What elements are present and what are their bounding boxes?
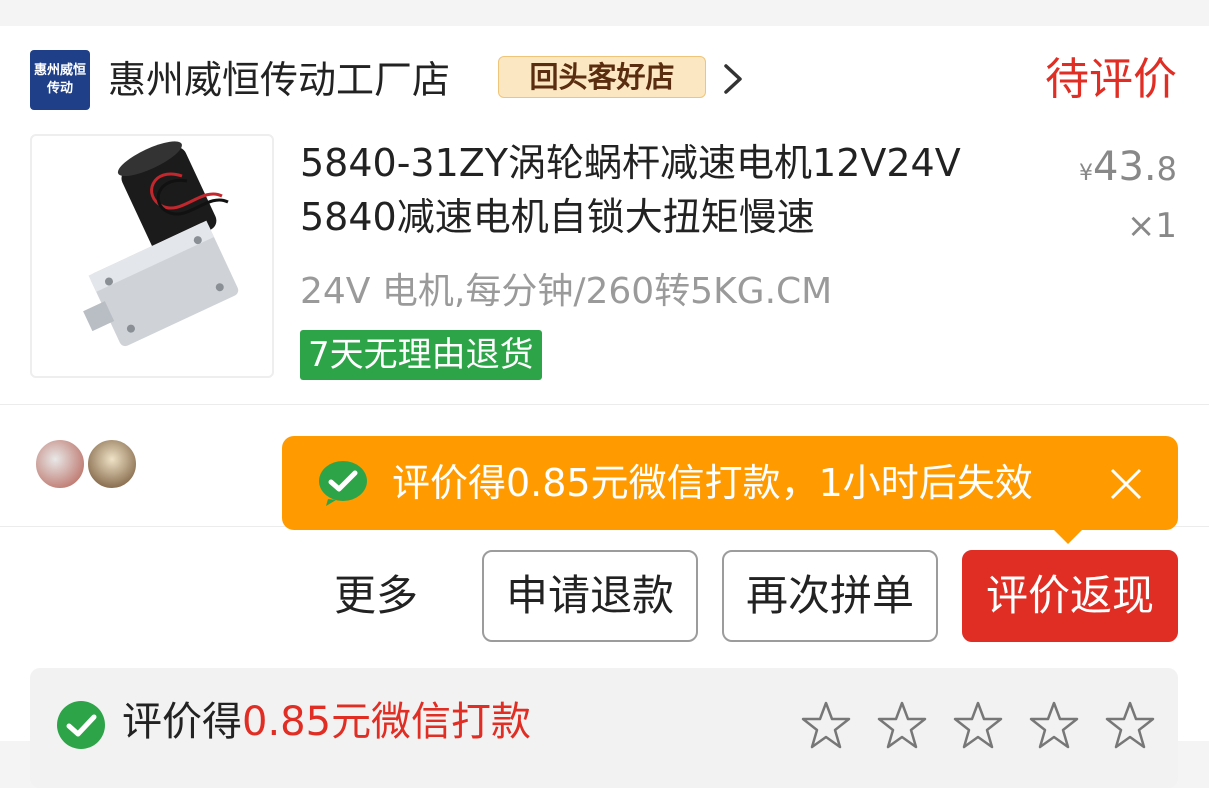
- review-label-prefix: 评价得: [122, 699, 242, 745]
- review-reward-label: 评价得0.85元微信打款: [122, 694, 531, 750]
- shop-logo-text-1: 惠州威恒: [33, 63, 86, 78]
- product-price: ¥43.8: [1079, 144, 1177, 190]
- more-button[interactable]: 更多: [334, 566, 418, 626]
- refund-button[interactable]: 申请退款: [482, 550, 698, 642]
- buyer-avatar: [86, 438, 138, 490]
- product-title-line-1[interactable]: 5840-31ZY涡轮蜗杆减速电机12V24V: [300, 136, 961, 190]
- tooltip-arrow: [1054, 530, 1082, 544]
- shop-logo[interactable]: 惠州威恒 传动: [30, 50, 90, 110]
- product-quantity: ×1: [1126, 206, 1177, 246]
- review-label-amount: 0.85元微信打款: [242, 699, 532, 745]
- repeat-customer-badge: 回头客好店: [498, 56, 706, 98]
- currency-symbol: ¥: [1079, 161, 1094, 186]
- buyer-avatar: [34, 438, 86, 490]
- product-spec: 24V 电机,每分钟/260转5KG.CM: [300, 271, 833, 312]
- order-card: 惠州威恒 传动 惠州威恒传动工厂店 回头客好店 待评价 5840-31ZY涡轮蜗…: [0, 26, 1209, 788]
- star-icon[interactable]: [952, 700, 1004, 750]
- tooltip-text: 评价得0.85元微信打款，1小时后失效: [392, 461, 1033, 505]
- star-rating[interactable]: [800, 700, 1156, 750]
- product-thumbnail[interactable]: [30, 134, 274, 378]
- return-policy-tag: 7天无理由退货: [300, 330, 542, 380]
- shop-name[interactable]: 惠州威恒传动工厂店: [108, 52, 450, 108]
- divider: [0, 404, 1209, 405]
- check-circle-icon: [57, 701, 105, 749]
- order-status: 待评价: [1045, 54, 1177, 105]
- star-icon[interactable]: [1028, 700, 1080, 750]
- badge-label: 回头客好店: [529, 60, 675, 94]
- product-title-line-2[interactable]: 5840减速电机自锁大扭矩慢速: [300, 190, 815, 244]
- star-icon[interactable]: [876, 700, 928, 750]
- wechat-icon: [319, 461, 367, 506]
- cashback-tooltip: 评价得0.85元微信打款，1小时后失效: [282, 436, 1178, 544]
- review-panel: 评价得0.85元微信打款: [30, 668, 1178, 788]
- price-decimal: 8: [1156, 150, 1177, 188]
- close-icon[interactable]: [1106, 464, 1146, 504]
- price-integer: 43.: [1093, 144, 1157, 190]
- star-icon[interactable]: [800, 700, 852, 750]
- chevron-right-icon[interactable]: [720, 62, 746, 96]
- reorder-button[interactable]: 再次拼单: [722, 550, 938, 642]
- review-cashback-button[interactable]: 评价返现: [962, 550, 1178, 642]
- shop-logo-text-2: 传动: [46, 81, 73, 96]
- star-icon[interactable]: [1104, 700, 1156, 750]
- motor-image-icon: [83, 141, 239, 347]
